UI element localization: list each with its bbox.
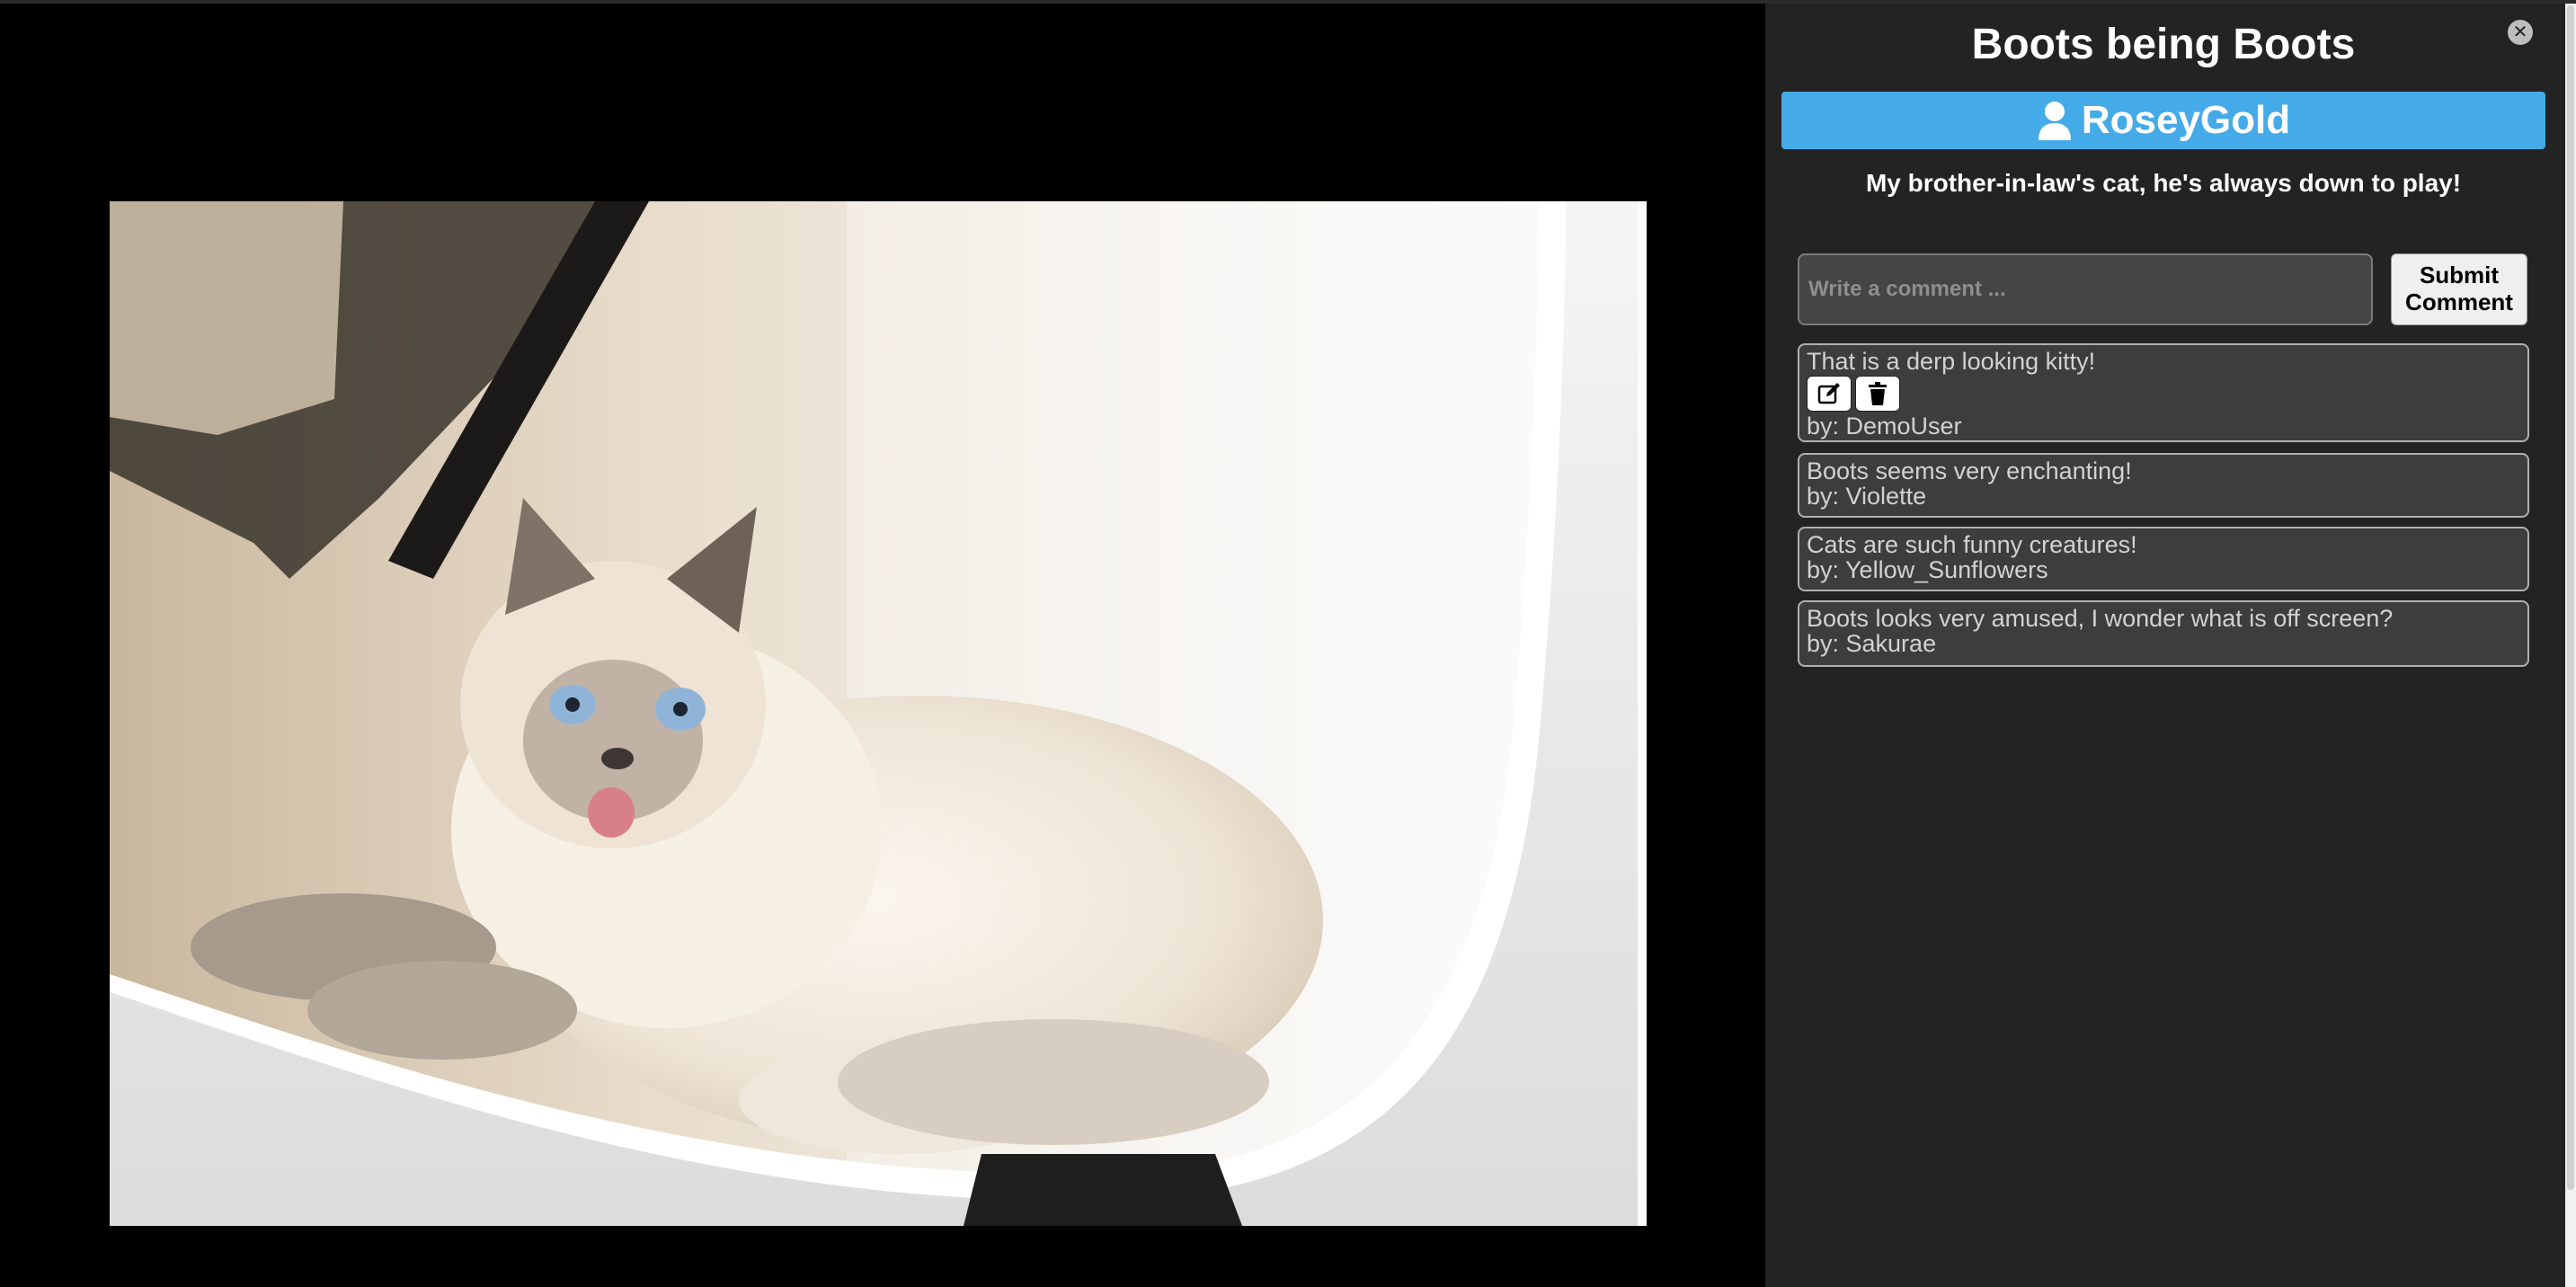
comment-item: Boots seems very enchanting! by: Violett… bbox=[1798, 453, 2529, 518]
comment-text: Cats are such funny creatures! bbox=[1807, 531, 2137, 558]
comment-input[interactable] bbox=[1798, 253, 2373, 325]
comment-byline: by: Yellow_Sunflowers bbox=[1807, 556, 2048, 583]
edit-comment-button[interactable] bbox=[1807, 376, 1852, 412]
comment-item: Boots looks very amused, I wonder what i… bbox=[1798, 600, 2529, 667]
post-title: Boots being Boots bbox=[1971, 21, 2356, 68]
author-name: RoseyGold bbox=[2081, 98, 2291, 142]
edit-icon bbox=[1817, 383, 1840, 404]
comment-text: Boots looks very amused, I wonder what i… bbox=[1807, 605, 2394, 632]
comment-item: Cats are such funny creatures! by: Yello… bbox=[1798, 527, 2529, 591]
scrollbar-thumb[interactable] bbox=[2567, 5, 2574, 1190]
comment-text: Boots seems very enchanting! bbox=[1807, 457, 2132, 484]
comment-byline: by: Violette bbox=[1807, 483, 1927, 510]
comment-text: That is a derp looking kitty! bbox=[1807, 348, 2096, 375]
delete-comment-button[interactable] bbox=[1855, 376, 1900, 412]
trash-icon bbox=[1869, 382, 1887, 405]
submit-comment-button[interactable]: Submit Comment bbox=[2391, 253, 2527, 325]
comment-actions bbox=[1807, 376, 2520, 412]
comment-item: That is a derp looking kitty! by: DemoUs… bbox=[1798, 343, 2529, 442]
post-description: My brother-in-law's cat, he's always dow… bbox=[1865, 169, 2462, 197]
comment-byline: by: Sakurae bbox=[1807, 630, 1937, 657]
comment-byline: by: DemoUser bbox=[1807, 413, 1962, 439]
image-viewer bbox=[0, 4, 1765, 1287]
user-icon bbox=[2038, 102, 2071, 140]
post-image bbox=[110, 201, 1647, 1226]
author-link[interactable]: RoseyGold bbox=[1781, 92, 2545, 149]
cat-photo bbox=[110, 201, 1647, 1226]
scrollbar[interactable] bbox=[2565, 4, 2576, 1287]
